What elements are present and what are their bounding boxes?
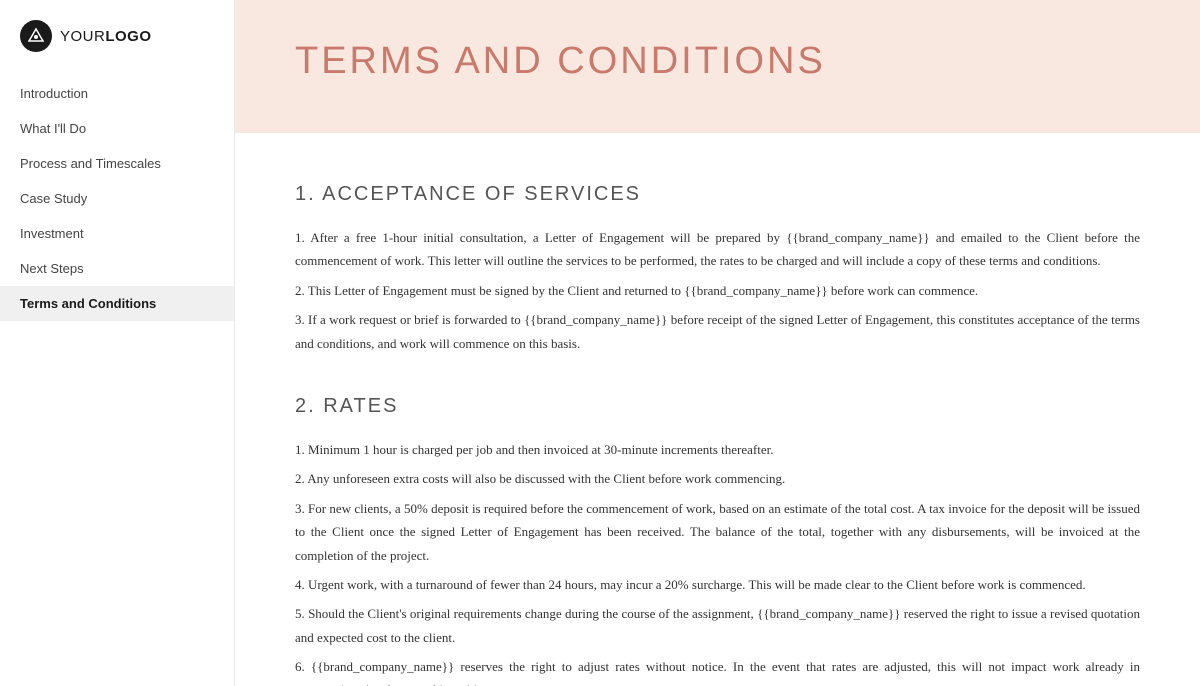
main-content: TERMS AND CONDITIONS 1. ACCEPTANCE OF SE… (235, 0, 1200, 686)
section-paragraph: 6. {{brand_company_name}} reserves the r… (295, 655, 1140, 686)
logo-area: YOURLOGO (0, 0, 234, 76)
logo-your: YOUR (60, 28, 105, 45)
logo-icon (20, 20, 52, 52)
section-paragraph: 1. Minimum 1 hour is charged per job and… (295, 438, 1140, 461)
sidebar-item-case-study[interactable]: Case Study (0, 181, 234, 216)
sidebar-item-next-steps[interactable]: Next Steps (0, 251, 234, 286)
sidebar-item-introduction[interactable]: Introduction (0, 76, 234, 111)
section-paragraph: 4. Urgent work, with a turnaround of few… (295, 573, 1140, 596)
sidebar-item-investment[interactable]: Investment (0, 216, 234, 251)
logo-logo: LOGO (105, 28, 151, 45)
sidebar-item-process-timescales[interactable]: Process and Timescales (0, 146, 234, 181)
section-paragraph: 3. If a work request or brief is forward… (295, 308, 1140, 355)
sidebar-item-terms-conditions[interactable]: Terms and Conditions (0, 286, 234, 321)
section-heading-acceptance: 1. ACCEPTANCE OF SERVICES (295, 183, 1140, 206)
sidebar-nav: IntroductionWhat I'll DoProcess and Time… (0, 76, 234, 321)
sidebar-item-what-ill-do[interactable]: What I'll Do (0, 111, 234, 146)
section-paragraph: 1. After a free 1-hour initial consultat… (295, 226, 1140, 273)
page-title: TERMS AND CONDITIONS (295, 40, 1140, 83)
section-paragraph: 5. Should the Client's original requirem… (295, 602, 1140, 649)
section-paragraph: 2. Any unforeseen extra costs will also … (295, 467, 1140, 490)
header-banner: TERMS AND CONDITIONS (235, 0, 1200, 133)
section-heading-rates: 2. RATES (295, 395, 1140, 418)
section-paragraph: 3. For new clients, a 50% deposit is req… (295, 497, 1140, 567)
section-paragraph: 2. This Letter of Engagement must be sig… (295, 279, 1140, 302)
section-body-acceptance: 1. After a free 1-hour initial consultat… (295, 226, 1140, 355)
content-area[interactable]: 1. ACCEPTANCE OF SERVICES 1. After a free… (235, 133, 1200, 686)
logo-text: YOURLOGO (60, 28, 152, 45)
section-body-rates: 1. Minimum 1 hour is charged per job and… (295, 438, 1140, 686)
sidebar: YOURLOGO IntroductionWhat I'll DoProcess… (0, 0, 235, 686)
